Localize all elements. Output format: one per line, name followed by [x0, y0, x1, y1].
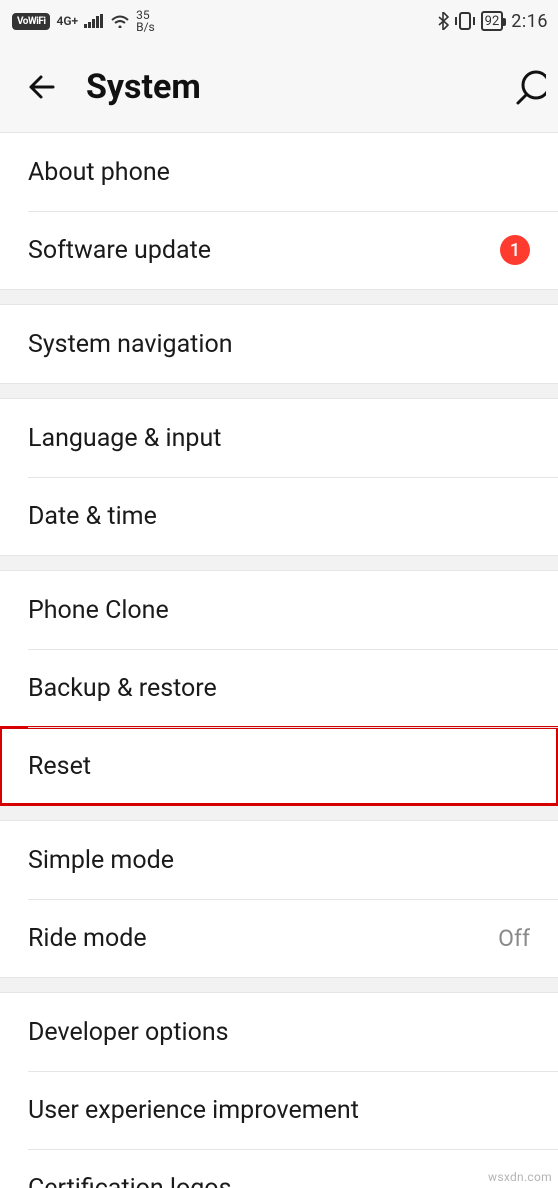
cellular-signal-icon — [84, 14, 104, 28]
row-label: Simple mode — [28, 846, 174, 875]
row-label: Software update — [28, 236, 211, 265]
row-label: Language & input — [28, 424, 221, 453]
wifi-icon — [110, 14, 130, 28]
row-label: Phone Clone — [28, 596, 169, 625]
settings-row-reset[interactable]: Reset — [0, 727, 558, 805]
settings-list: About phone Software update 1 System naviga… — [0, 132, 558, 1188]
settings-row-software-update[interactable]: Software update 1 — [0, 211, 558, 289]
settings-row-about-phone[interactable]: About phone — [0, 133, 558, 211]
settings-group: Language & input Date & time — [0, 398, 558, 556]
row-label: Backup & restore — [28, 674, 217, 703]
settings-row-certification-logos[interactable]: Certification logos — [0, 1149, 558, 1188]
settings-group: System navigation — [0, 304, 558, 384]
arrow-left-icon — [25, 70, 59, 104]
search-button[interactable] — [506, 67, 546, 107]
header: System — [0, 42, 558, 132]
settings-row-ux-improvement[interactable]: User experience improvement — [0, 1071, 558, 1149]
battery-percent: 92 — [485, 14, 500, 29]
settings-row-date-time[interactable]: Date & time — [0, 477, 558, 555]
row-value: Off — [498, 925, 530, 952]
bluetooth-icon — [437, 12, 449, 30]
settings-row-backup-restore[interactable]: Backup & restore — [0, 649, 558, 727]
vibrate-icon — [455, 12, 475, 30]
settings-row-phone-clone[interactable]: Phone Clone — [0, 571, 558, 649]
settings-group: Phone Clone Backup & restore Reset — [0, 570, 558, 806]
row-label: System navigation — [28, 330, 233, 359]
watermark: wsxdn.com — [488, 1170, 552, 1184]
notification-badge: 1 — [500, 235, 530, 265]
back-button[interactable] — [22, 67, 62, 107]
row-label: Date & time — [28, 502, 157, 531]
settings-row-ride-mode[interactable]: Ride mode Off — [0, 899, 558, 977]
settings-row-language-input[interactable]: Language & input — [0, 399, 558, 477]
row-label: User experience improvement — [28, 1096, 359, 1125]
row-label: Certification logos — [28, 1174, 231, 1188]
network-type-indicator: 4G+ — [56, 16, 78, 26]
settings-group: Simple mode Ride mode Off — [0, 820, 558, 978]
page-title: System — [86, 67, 482, 107]
data-speed-unit: B/s — [136, 21, 155, 33]
row-label: Ride mode — [28, 924, 147, 953]
data-speed-indicator: 35 B/s — [136, 9, 155, 33]
clock: 2:16 — [511, 11, 548, 32]
settings-group: Developer options User experience improve… — [0, 992, 558, 1188]
settings-row-simple-mode[interactable]: Simple mode — [0, 821, 558, 899]
battery-indicator: 92 — [481, 11, 504, 31]
status-left: VoWiFi 4G+ 35 B/s — [12, 9, 155, 33]
row-label: Developer options — [28, 1018, 229, 1047]
settings-row-developer-options[interactable]: Developer options — [0, 993, 558, 1071]
status-right: 92 2:16 — [437, 11, 548, 32]
screen: VoWiFi 4G+ 35 B/s — [0, 0, 558, 1188]
row-label: About phone — [28, 158, 170, 187]
row-label: Reset — [28, 752, 91, 781]
vowifi-indicator: VoWiFi — [12, 13, 50, 30]
settings-row-system-navigation[interactable]: System navigation — [0, 305, 558, 383]
settings-group: About phone Software update 1 — [0, 132, 558, 290]
search-icon — [506, 67, 546, 107]
status-bar: VoWiFi 4G+ 35 B/s — [0, 0, 558, 42]
